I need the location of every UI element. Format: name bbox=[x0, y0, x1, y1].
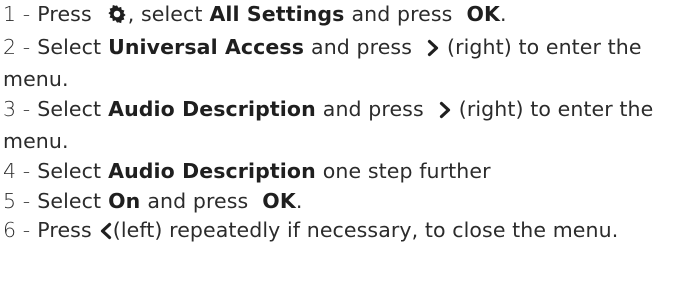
step-4: 4 - Select Audio Description one step furth… bbox=[3, 157, 673, 187]
step-2: 2 - Select Universal Access and press (right… bbox=[3, 33, 673, 95]
step-text: , select bbox=[127, 2, 203, 26]
step-text: one step further bbox=[322, 158, 491, 183]
gear-icon bbox=[106, 3, 128, 33]
step-5: 5 - Select On and press OK. bbox=[3, 187, 673, 217]
step-text: and press bbox=[311, 34, 412, 59]
step-number: 1 - bbox=[3, 2, 31, 26]
step-text: and press bbox=[147, 188, 249, 213]
ui-label: Universal Access bbox=[108, 34, 305, 59]
instruction-steps: 1 - Press, select All Settings and press OK.… bbox=[0, 0, 673, 302]
step-text: Press bbox=[37, 218, 92, 243]
step-3: 3 - Select Audio Description and press (righ… bbox=[3, 95, 673, 157]
ui-label: On bbox=[108, 188, 141, 213]
step-text: and press bbox=[351, 2, 453, 26]
step-text: Press bbox=[37, 2, 92, 26]
step-number: 3 - bbox=[3, 96, 31, 121]
step-1: 1 - Press , select All Settings and press OK. bbox=[3, 0, 673, 33]
ui-label: OK bbox=[466, 2, 500, 26]
ui-label: Audio Description bbox=[108, 158, 316, 183]
chevron-right-icon bbox=[438, 98, 452, 128]
ui-label: Audio Description bbox=[108, 96, 316, 121]
ui-label: OK bbox=[262, 188, 296, 213]
step-number: 4 - bbox=[3, 158, 31, 183]
chevron-right-icon bbox=[426, 36, 440, 66]
chevron-left-icon bbox=[99, 219, 113, 249]
step-text: Select bbox=[37, 34, 102, 59]
step-text: (left) repeatedly if necessary, to close… bbox=[112, 218, 619, 243]
step-number: 6 - bbox=[3, 218, 31, 243]
step-number: 2 - bbox=[3, 34, 31, 59]
step-text: and press bbox=[322, 96, 424, 121]
step-text: Select bbox=[37, 188, 102, 213]
step-6: 6 - Press (left) repeatedly if necessary, … bbox=[3, 216, 673, 249]
ui-label: All Settings bbox=[209, 2, 345, 26]
step-number: 5 - bbox=[3, 188, 31, 213]
step-text: Select bbox=[37, 158, 102, 183]
step-text: Select bbox=[37, 96, 102, 121]
step-text: . bbox=[295, 188, 303, 213]
step-text: . bbox=[499, 2, 507, 26]
